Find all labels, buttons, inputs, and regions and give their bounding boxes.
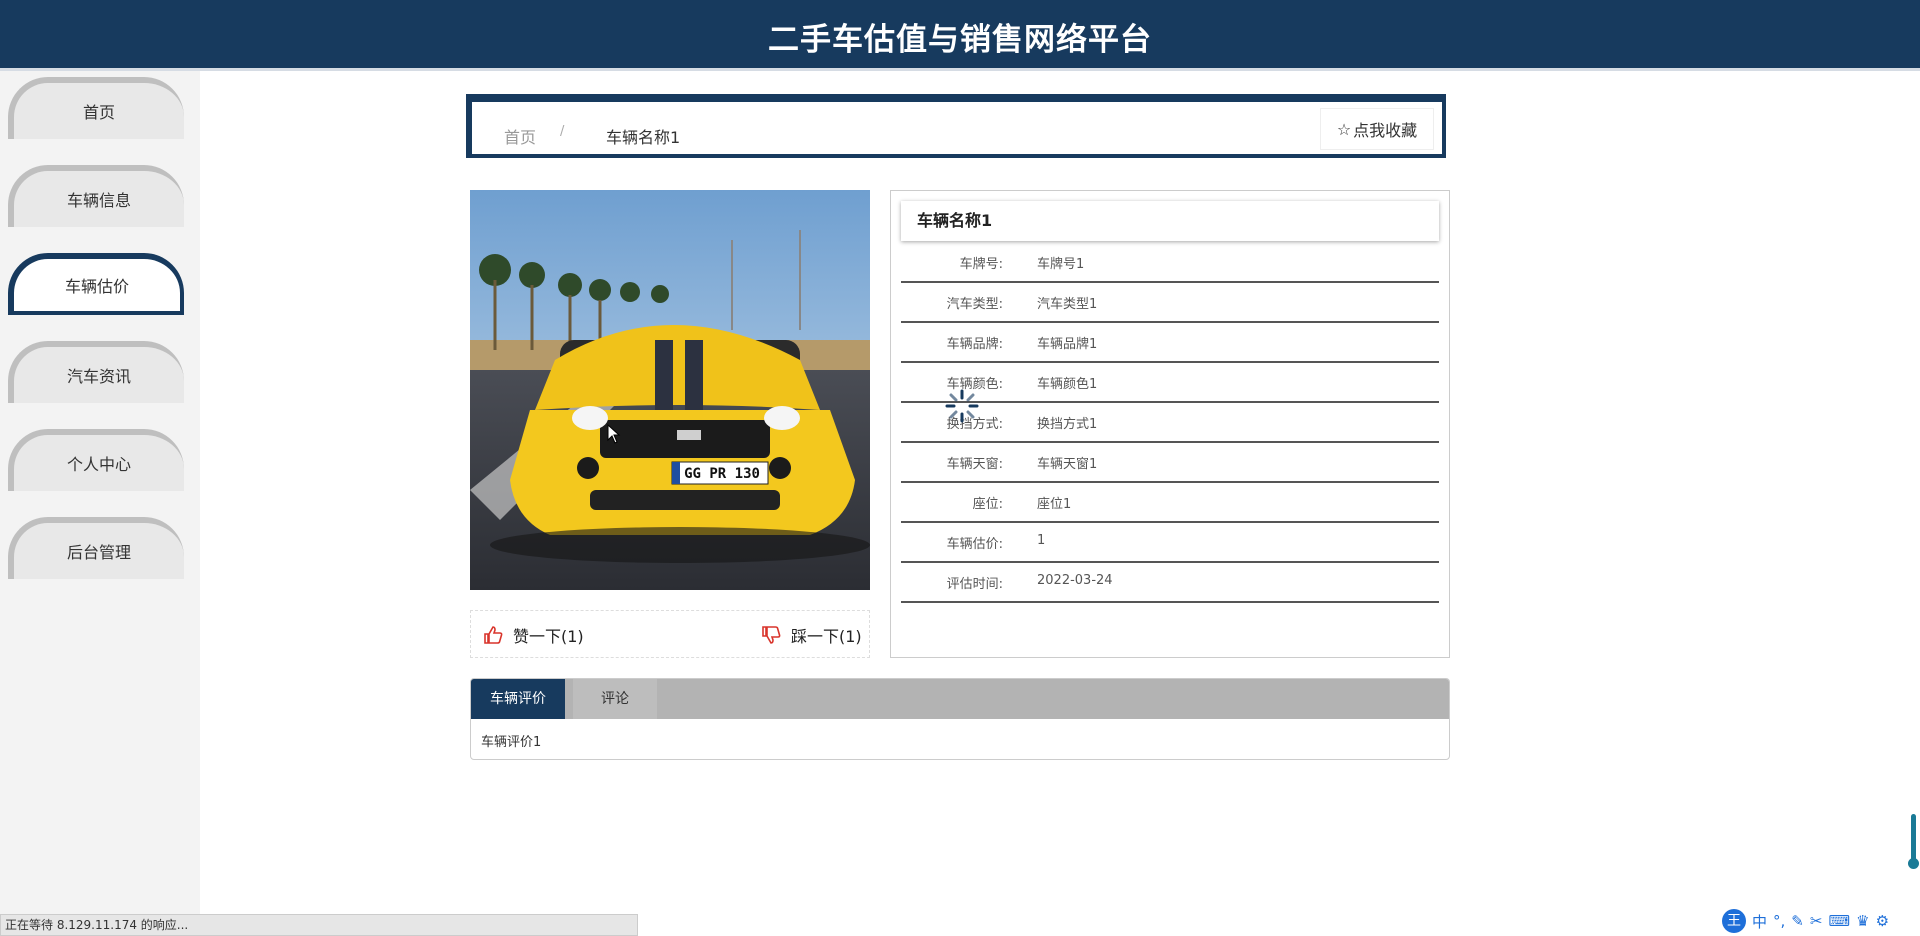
detail-row: 车辆天窗: 车辆天窗1 [901,443,1439,483]
detail-row: 评估时间: 2022-03-24 [901,563,1439,603]
star-icon: ☆ [1336,119,1352,139]
detail-label: 车辆估价: [946,537,1003,552]
site-title: 二手车估值与销售网络平台 [768,22,1152,58]
browser-status-bar: 正在等待 8.129.11.174 的响应... [0,914,638,936]
tab-bar: 车辆评价 评论 [471,679,1449,719]
dislike-label: 踩一下(1) [791,627,862,646]
breadcrumb-separator: / [560,124,565,139]
vote-box: 赞一下(1) 踩一下(1) [470,610,870,658]
detail-row: 车辆估价: 1 [901,523,1439,563]
ime-mode-toggle[interactable]: 中 [1752,911,1767,932]
sidebar: 首页 车辆信息 车辆估价 汽车资讯 个人中心 后台管理 [0,71,200,936]
sidebar-item-personal-center[interactable]: 个人中心 [8,429,184,491]
tabs-panel: 车辆评价 评论 车辆评价1 [470,678,1450,760]
ime-handwrite-icon[interactable]: ✎ [1791,912,1804,930]
like-button[interactable]: 赞一下(1) [483,623,584,647]
loading-spinner-icon [945,389,979,423]
detail-row: 汽车类型: 汽车类型1 [901,283,1439,323]
detail-label: 车辆品牌: [946,337,1003,352]
dislike-button[interactable]: 踩一下(1) [761,623,862,647]
thumbs-up-icon [484,626,503,644]
sidebar-item-vehicle-valuation[interactable]: 车辆估价 [8,253,184,315]
ime-punctuation-icon[interactable]: °, [1773,912,1785,930]
vehicle-detail-panel: 车辆名称1 车牌号: 车牌号1 汽车类型: 汽车类型1 车辆品牌: 车辆品牌1 车辆颜… [890,190,1450,658]
detail-value: 车辆颜色1 [1037,377,1098,392]
favorite-button[interactable]: ☆ 点我收藏 [1320,108,1434,150]
detail-value: 2022-03-24 [1037,573,1113,588]
sidebar-item-vehicle-info[interactable]: 车辆信息 [8,165,184,227]
vehicle-name-title: 车辆名称1 [901,201,1439,241]
car-photo: GG PR 130 [470,190,870,590]
mouse-cursor-icon [607,424,621,444]
sidebar-item-home[interactable]: 首页 [8,77,184,139]
sidebar-item-car-news[interactable]: 汽车资讯 [8,341,184,403]
breadcrumb: 首页 / 车辆名称1 ☆ 点我收藏 [466,94,1446,158]
detail-label: 车辆天窗: [946,457,1003,472]
like-label: 赞一下(1) [513,627,584,646]
favorite-label: 点我收藏 [1353,121,1418,140]
tab-comments[interactable]: 评论 [573,679,657,719]
scrollbar-handle[interactable] [1908,858,1919,869]
detail-value: 车辆天窗1 [1037,457,1098,472]
ime-toolbar: 王 中 °, ✎ ✂ ⌨ ♛ ⚙ [1722,906,1920,936]
detail-value: 车辆品牌1 [1037,337,1098,352]
detail-row: 换挡方式: 换挡方式1 [901,403,1439,443]
detail-row: 座位: 座位1 [901,483,1439,523]
sidebar-item-admin[interactable]: 后台管理 [8,517,184,579]
breadcrumb-current: 车辆名称1 [606,128,681,147]
thumbs-down-icon [762,626,781,644]
detail-value: 汽车类型1 [1037,297,1098,312]
detail-label: 车牌号: [959,257,1003,272]
detail-label: 汽车类型: [946,297,1003,312]
license-plate-text: GG PR 130 [684,466,760,482]
tab-content: 车辆评价1 [481,735,542,750]
ime-skin-icon[interactable]: ♛ [1856,912,1869,930]
detail-value: 车牌号1 [1037,257,1085,272]
detail-row: 车辆品牌: 车辆品牌1 [901,323,1439,363]
ime-screenshot-icon[interactable]: ✂ [1810,912,1823,930]
detail-label: 座位: [972,497,1003,512]
detail-row: 车辆颜色: 车辆颜色1 [901,363,1439,403]
detail-value: 换挡方式1 [1037,417,1098,432]
ime-keyboard-icon[interactable]: ⌨ [1828,912,1850,930]
detail-row: 车牌号: 车牌号1 [901,243,1439,283]
car-image: GG PR 130 [470,190,870,590]
detail-value: 1 [1037,533,1046,548]
detail-value: 座位1 [1037,497,1072,512]
ime-settings-icon[interactable]: ⚙ [1876,912,1889,930]
detail-label: 评估时间: [946,577,1003,592]
vehicle-detail-rows: 车牌号: 车牌号1 汽车类型: 汽车类型1 车辆品牌: 车辆品牌1 车辆颜色: 车辆颜色… [901,243,1439,603]
tab-vehicle-review[interactable]: 车辆评价 [471,679,565,719]
top-header: 二手车估值与销售网络平台 [0,0,1920,71]
breadcrumb-home-link[interactable]: 首页 [504,124,536,148]
ime-logo-icon[interactable]: 王 [1722,909,1746,933]
